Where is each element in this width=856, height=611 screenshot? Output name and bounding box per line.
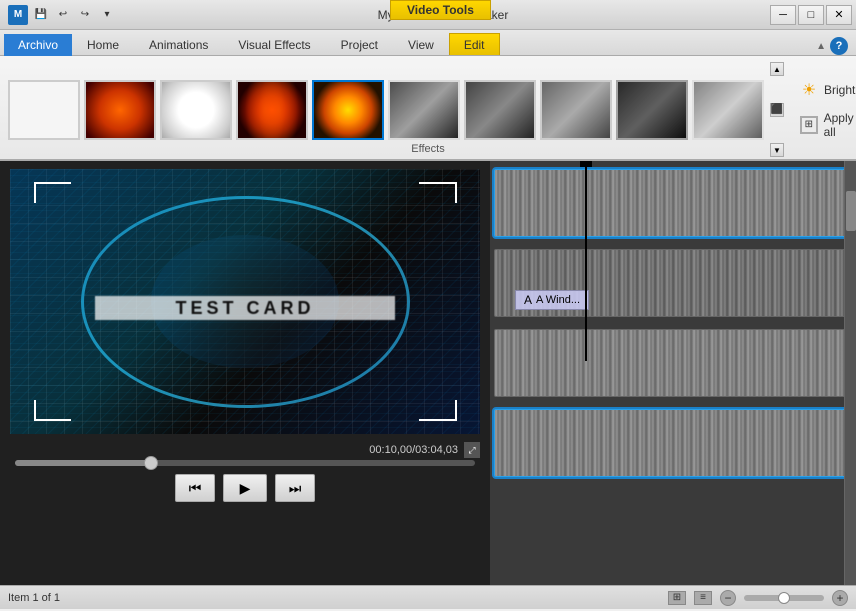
tab-animations[interactable]: Animations (134, 33, 223, 55)
minimize-btn[interactable]: ─ (770, 5, 796, 25)
item-count: Item 1 of 1 (8, 592, 60, 604)
brightness-btn[interactable]: ☀ Brightness (794, 78, 856, 102)
next-frame-btn[interactable]: ⏭ (275, 474, 315, 502)
ribbon-collapse-arrow[interactable]: ▲ (816, 41, 826, 52)
zoom-slider-thumb[interactable] (778, 592, 790, 604)
play-btn[interactable]: ▶ (223, 474, 267, 502)
apply-icon: ⊞ (800, 116, 818, 134)
effect-thumb-gray2[interactable] (464, 80, 536, 140)
prev-frame-btn[interactable]: ⏮ (175, 474, 215, 502)
timeline-track-2[interactable]: A A Wind... (494, 249, 852, 317)
view-icon-2[interactable]: ≡ (694, 591, 712, 605)
seek-thumb[interactable] (144, 456, 158, 470)
video-frame: TEST CARD (10, 169, 480, 434)
zoom-slider[interactable] (744, 595, 824, 601)
redo-qat-btn[interactable]: ↪ (76, 6, 94, 24)
view-icon-1[interactable]: ⊞ (668, 591, 686, 605)
effect-thumb-gray1[interactable] (388, 80, 460, 140)
playhead (585, 161, 587, 361)
app-icon: M (8, 5, 28, 25)
scroll-down-btn[interactable]: ▼ (770, 143, 784, 157)
close-btn[interactable]: ✕ (826, 5, 852, 25)
tab-edit[interactable]: Edit (449, 33, 500, 55)
seek-bar[interactable] (15, 460, 475, 466)
expand-btn[interactable]: ⤢ (464, 442, 480, 458)
timeline-track-1[interactable] (494, 169, 852, 237)
effect-thumb-orange[interactable] (84, 80, 156, 140)
tab-archivo[interactable]: Archivo (4, 34, 72, 56)
video-tools-tab[interactable]: Video Tools (390, 0, 491, 20)
effect-thumb-blank[interactable] (8, 80, 80, 140)
effect-thumb-gray3[interactable] (540, 80, 612, 140)
effect-thumb-red[interactable] (236, 80, 308, 140)
effect-thumb-yellow[interactable] (312, 80, 384, 140)
playhead-top (580, 161, 592, 167)
tab-project[interactable]: Project (326, 33, 393, 55)
seek-fill (15, 460, 153, 466)
help-button[interactable]: ? (830, 37, 848, 55)
apply-to-all-btn[interactable]: ⊞ Apply to all (794, 108, 856, 142)
scroll-middle-btn[interactable]: ⬛ (770, 103, 784, 117)
zoom-in-btn[interactable]: + (832, 590, 848, 606)
tab-home[interactable]: Home (72, 33, 134, 55)
save-qat-btn[interactable]: 💾 (32, 6, 50, 24)
sun-icon: ☀ (800, 81, 818, 99)
effect-thumb-gray4[interactable] (616, 80, 688, 140)
timeline-track-4[interactable] (494, 409, 852, 477)
track-text-label: A A Wind... (515, 290, 589, 310)
tab-view[interactable]: View (393, 33, 449, 55)
timeline-track-3[interactable] (494, 329, 852, 397)
maximize-btn[interactable]: □ (798, 5, 824, 25)
effect-thumb-gray5[interactable] (692, 80, 764, 140)
zoom-out-btn[interactable]: − (720, 590, 736, 606)
time-display: 00:10,00/03:04,03 (369, 444, 458, 456)
effects-section-label: Effects (411, 143, 444, 155)
timeline-scrollbar-thumb[interactable] (846, 191, 856, 231)
effect-thumb-white[interactable] (160, 80, 232, 140)
tab-visual-effects[interactable]: Visual Effects (223, 33, 325, 55)
scroll-up-btn[interactable]: ▲ (770, 62, 784, 76)
customize-qat-btn[interactable]: ▾ (98, 6, 116, 24)
undo-qat-btn[interactable]: ↩ (54, 6, 72, 24)
